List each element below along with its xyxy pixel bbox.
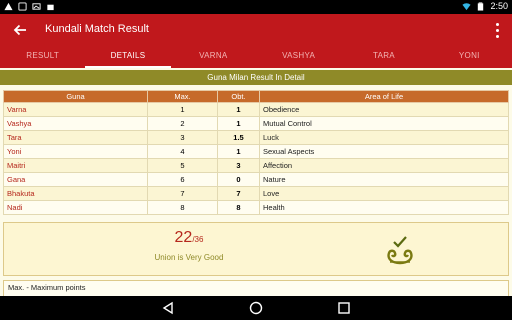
guna-obtained: 1.5 — [217, 130, 260, 145]
score-total: /36 — [192, 235, 204, 244]
table-row: Vashya 2 1 Mutual Control — [3, 116, 509, 131]
guna-obtained: 1 — [217, 102, 260, 117]
tab-tara[interactable]: TARA — [341, 46, 426, 68]
tab-details[interactable]: DETAILS — [85, 46, 171, 68]
table-header-row: Guna Max. Obt. Area of Life — [3, 90, 509, 103]
guna-obtained: 0 — [217, 172, 260, 187]
nav-recents-icon[interactable] — [336, 300, 352, 316]
guna-obtained: 7 — [217, 186, 260, 201]
guna-area: Nature — [259, 172, 509, 187]
app-bar: Kundali Match Result — [0, 14, 512, 46]
tab-vashya[interactable]: VASHYA — [256, 46, 341, 68]
column-header-obt: Obt. — [217, 90, 260, 103]
guna-area: Love — [259, 186, 509, 201]
warning-icon — [4, 2, 13, 11]
table-row: Varna 1 1 Obedience — [3, 102, 509, 117]
match-verdict: Union is Very Good — [154, 253, 224, 262]
guna-name: Varna — [3, 102, 148, 117]
guna-obtained: 1 — [217, 116, 260, 131]
details-content[interactable]: Guna Milan Result In Detail Guna Max. Ob… — [0, 68, 512, 296]
guna-area: Affection — [259, 158, 509, 173]
guna-obtained: 1 — [217, 144, 260, 159]
total-score: 22/36 — [4, 229, 374, 247]
guna-max: 3 — [147, 130, 218, 145]
guna-area: Sexual Aspects — [259, 144, 509, 159]
guna-table: Guna Max. Obt. Area of Life Varna 1 1 Ob… — [3, 90, 509, 215]
store-icon — [47, 4, 54, 11]
overflow-menu-icon[interactable] — [492, 21, 502, 39]
guna-area: Obedience — [259, 102, 509, 117]
table-row: Yoni 4 1 Sexual Aspects — [3, 144, 509, 159]
tab-result[interactable]: RESULT — [0, 46, 85, 68]
guna-area: Luck — [259, 130, 509, 145]
status-bar: 2:50 — [0, 0, 512, 14]
section-header: Guna Milan Result In Detail — [0, 70, 512, 85]
swans-heart-icon — [387, 236, 413, 265]
table-row: Bhakuta 7 7 Love — [3, 186, 509, 201]
guna-max: 4 — [147, 144, 218, 159]
nav-back-icon[interactable] — [160, 300, 176, 316]
guna-name: Gana — [3, 172, 148, 187]
back-arrow-icon[interactable] — [10, 20, 30, 40]
guna-max: 2 — [147, 116, 218, 131]
guna-max: 6 — [147, 172, 218, 187]
guna-area: Health — [259, 200, 509, 215]
table-row: Nadi 8 8 Health — [3, 200, 509, 215]
guna-max: 7 — [147, 186, 218, 201]
guna-max: 1 — [147, 102, 218, 117]
table-row: Maitri 5 3 Affection — [3, 158, 509, 173]
guna-obtained: 3 — [217, 158, 260, 173]
page-title: Kundali Match Result — [45, 23, 149, 35]
guna-name: Tara — [3, 130, 148, 145]
tab-bar: RESULT DETAILS VARNA VASHYA TARA YONI — [0, 46, 512, 68]
guna-name: Nadi — [3, 200, 148, 215]
battery-icon — [478, 1, 484, 11]
table-row: Tara 3 1.5 Luck — [3, 130, 509, 145]
guna-area: Mutual Control — [259, 116, 509, 131]
tab-yoni[interactable]: YONI — [427, 46, 512, 68]
guna-max: 8 — [147, 200, 218, 215]
wifi-icon — [462, 2, 472, 10]
nav-home-icon[interactable] — [248, 300, 264, 316]
image-icon — [32, 3, 41, 10]
guna-obtained: 8 — [217, 200, 260, 215]
legend-note: Max. - Maximum points — [3, 280, 509, 296]
column-header-max: Max. — [147, 90, 218, 103]
score-card: 22/36 Union is Very Good — [3, 222, 509, 276]
guna-name: Yoni — [3, 144, 148, 159]
status-time: 2:50 — [490, 1, 508, 11]
guna-name: Vashya — [3, 116, 148, 131]
guna-name: Maitri — [3, 158, 148, 173]
navigation-bar — [0, 296, 512, 320]
guna-name: Bhakuta — [3, 186, 148, 201]
column-header-area: Area of Life — [259, 90, 509, 103]
table-row: Gana 6 0 Nature — [3, 172, 509, 187]
notification-icon — [18, 2, 27, 11]
column-header-guna: Guna — [3, 90, 148, 103]
tab-varna[interactable]: VARNA — [171, 46, 256, 68]
score-obtained: 22 — [174, 229, 193, 246]
guna-max: 5 — [147, 158, 218, 173]
